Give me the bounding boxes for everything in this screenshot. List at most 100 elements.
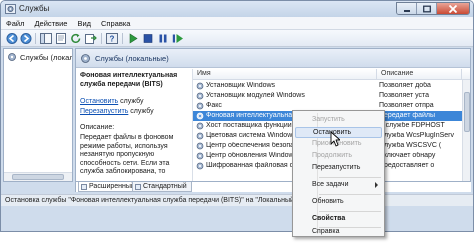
pause-icon[interactable]	[157, 33, 169, 44]
status-bar: Остановка службы "Фоновая интеллектуальн…	[1, 194, 473, 206]
stop-service-action: Остановить службу	[80, 97, 143, 106]
tab-icon	[135, 184, 141, 190]
selected-service-title: Фоновая интеллектуальная служба передачи…	[80, 72, 178, 88]
close-button[interactable]	[437, 3, 469, 14]
mouse-cursor-icon	[330, 131, 340, 147]
service-description: Служба WSCSVC (	[379, 142, 442, 149]
restart-service-action: Перезапустить службу	[80, 107, 154, 116]
close-icon	[448, 5, 458, 13]
scrollbar-thumb[interactable]	[464, 92, 470, 132]
services-gear-icon	[81, 54, 90, 63]
service-description: Позволяет уста	[379, 92, 430, 99]
view-tabs: Расширенный Стандартный	[75, 182, 471, 192]
context-item-help[interactable]: Справка	[295, 227, 382, 238]
stop-service-suffix: службу	[118, 98, 144, 105]
tab-standard-label: Стандартный	[143, 183, 187, 190]
context-item-properties[interactable]: Свойства	[295, 214, 382, 225]
context-item-refresh[interactable]: Обновить	[295, 197, 382, 208]
service-gear-icon	[196, 152, 204, 160]
column-header-name[interactable]: Имя	[197, 70, 211, 77]
column-divider[interactable]	[461, 69, 462, 80]
service-gear-icon	[196, 102, 204, 110]
restart-service-suffix: службу	[128, 108, 154, 115]
maximize-button[interactable]	[417, 3, 437, 14]
properties-icon[interactable]	[55, 33, 67, 44]
title-bar[interactable]: Службы	[1, 1, 473, 17]
service-description: Включает обнару	[379, 152, 436, 159]
export-list-icon[interactable]	[85, 33, 97, 44]
services-gear-icon	[5, 4, 16, 14]
service-row[interactable]: Установщик Windows Позволяет доба	[193, 81, 470, 91]
service-description: В службе FDPHOST	[379, 122, 445, 129]
submenu-arrow-icon	[375, 182, 378, 188]
details-header: Службы (локальные)	[76, 49, 470, 68]
service-description: Предоставляет о	[379, 162, 435, 169]
tree-item-services[interactable]: Службы (локальные	[7, 52, 72, 62]
context-menu-separator	[319, 177, 381, 178]
restart-service-link[interactable]: Перезапустить	[80, 108, 128, 115]
service-description: Служба WcsPlugInServ	[379, 132, 455, 139]
service-gear-icon	[196, 92, 204, 100]
tree-horizontal-scrollbar[interactable]	[4, 172, 72, 181]
service-name: Установщик Windows	[206, 82, 276, 89]
tab-extended-label: Расширенный	[89, 183, 135, 190]
service-description-text: Передает файлы в фоновом режиме работы, …	[80, 134, 174, 175]
window-controls	[396, 2, 470, 15]
service-name: Установщик модулей Windows	[206, 92, 305, 99]
details-pane: Службы (локальные) Фоновая интеллектуаль…	[75, 48, 471, 182]
services-window: Службы Файл Действие Вид Справка ? Служб…	[0, 0, 474, 232]
toolbar-separator	[101, 33, 102, 44]
refresh-icon[interactable]	[70, 33, 82, 44]
context-item-start[interactable]: Запустить	[295, 115, 382, 126]
stop-service-link[interactable]: Остановить	[80, 98, 118, 105]
context-item-restart[interactable]: Перезапустить	[295, 163, 382, 174]
tab-icon	[81, 184, 87, 190]
menu-bar: Файл Действие Вид Справка	[1, 17, 473, 30]
list-vertical-scrollbar[interactable]	[462, 80, 470, 181]
service-gear-icon	[196, 162, 204, 170]
menu-view[interactable]: Вид	[72, 17, 96, 29]
window-title: Службы	[19, 4, 50, 13]
extended-description-panel: Фоновая интеллектуальная служба передачи…	[76, 68, 192, 181]
context-item-all-tasks[interactable]: Все задачи	[295, 180, 382, 191]
context-item-all-tasks-label: Все задачи	[312, 181, 349, 188]
menu-help[interactable]: Справка	[96, 17, 135, 29]
service-gear-icon	[196, 122, 204, 130]
tree-item-label: Службы (локальные	[20, 52, 72, 62]
context-item-resume[interactable]: Продолжить	[295, 151, 382, 162]
start-icon[interactable]	[127, 33, 139, 44]
scrollbar-thumb[interactable]	[12, 174, 64, 180]
restart-icon[interactable]	[172, 33, 184, 44]
service-gear-icon	[196, 82, 204, 90]
minimize-icon	[403, 10, 410, 12]
service-name: Факс	[206, 102, 222, 109]
details-header-title: Службы (локальные)	[95, 54, 169, 63]
service-row[interactable]: Установщик модулей Windows Позволяет уст…	[193, 91, 470, 101]
help-icon[interactable]: ?	[106, 33, 118, 44]
tab-standard[interactable]: Стандартный	[132, 182, 192, 192]
context-menu-separator	[319, 211, 381, 212]
service-gear-icon	[196, 132, 204, 140]
maximize-icon	[422, 5, 431, 13]
stop-icon[interactable]	[142, 33, 154, 44]
minimize-button[interactable]	[397, 3, 417, 14]
toolbar-separator	[122, 33, 123, 44]
services-gear-icon	[8, 53, 16, 61]
list-header: Имя Описание	[193, 69, 470, 80]
service-gear-icon	[196, 112, 204, 120]
context-menu-separator	[319, 194, 381, 195]
forward-icon[interactable]	[20, 33, 32, 44]
menu-file[interactable]: Файл	[1, 17, 29, 29]
tab-extended[interactable]: Расширенный	[78, 182, 140, 192]
column-divider[interactable]	[376, 69, 377, 80]
column-header-description[interactable]: Описание	[381, 70, 413, 77]
toolbar: ?	[1, 30, 473, 47]
toolbar-separator	[35, 33, 36, 44]
service-description: Передает файлы	[379, 112, 436, 119]
service-description: Позволяет отпра	[379, 102, 434, 109]
console-tree: Службы (локальные	[3, 48, 73, 182]
menu-action[interactable]: Действие	[29, 17, 72, 29]
back-icon[interactable]	[6, 33, 18, 44]
service-gear-icon	[196, 142, 204, 150]
console-tree-icon[interactable]	[40, 33, 52, 44]
